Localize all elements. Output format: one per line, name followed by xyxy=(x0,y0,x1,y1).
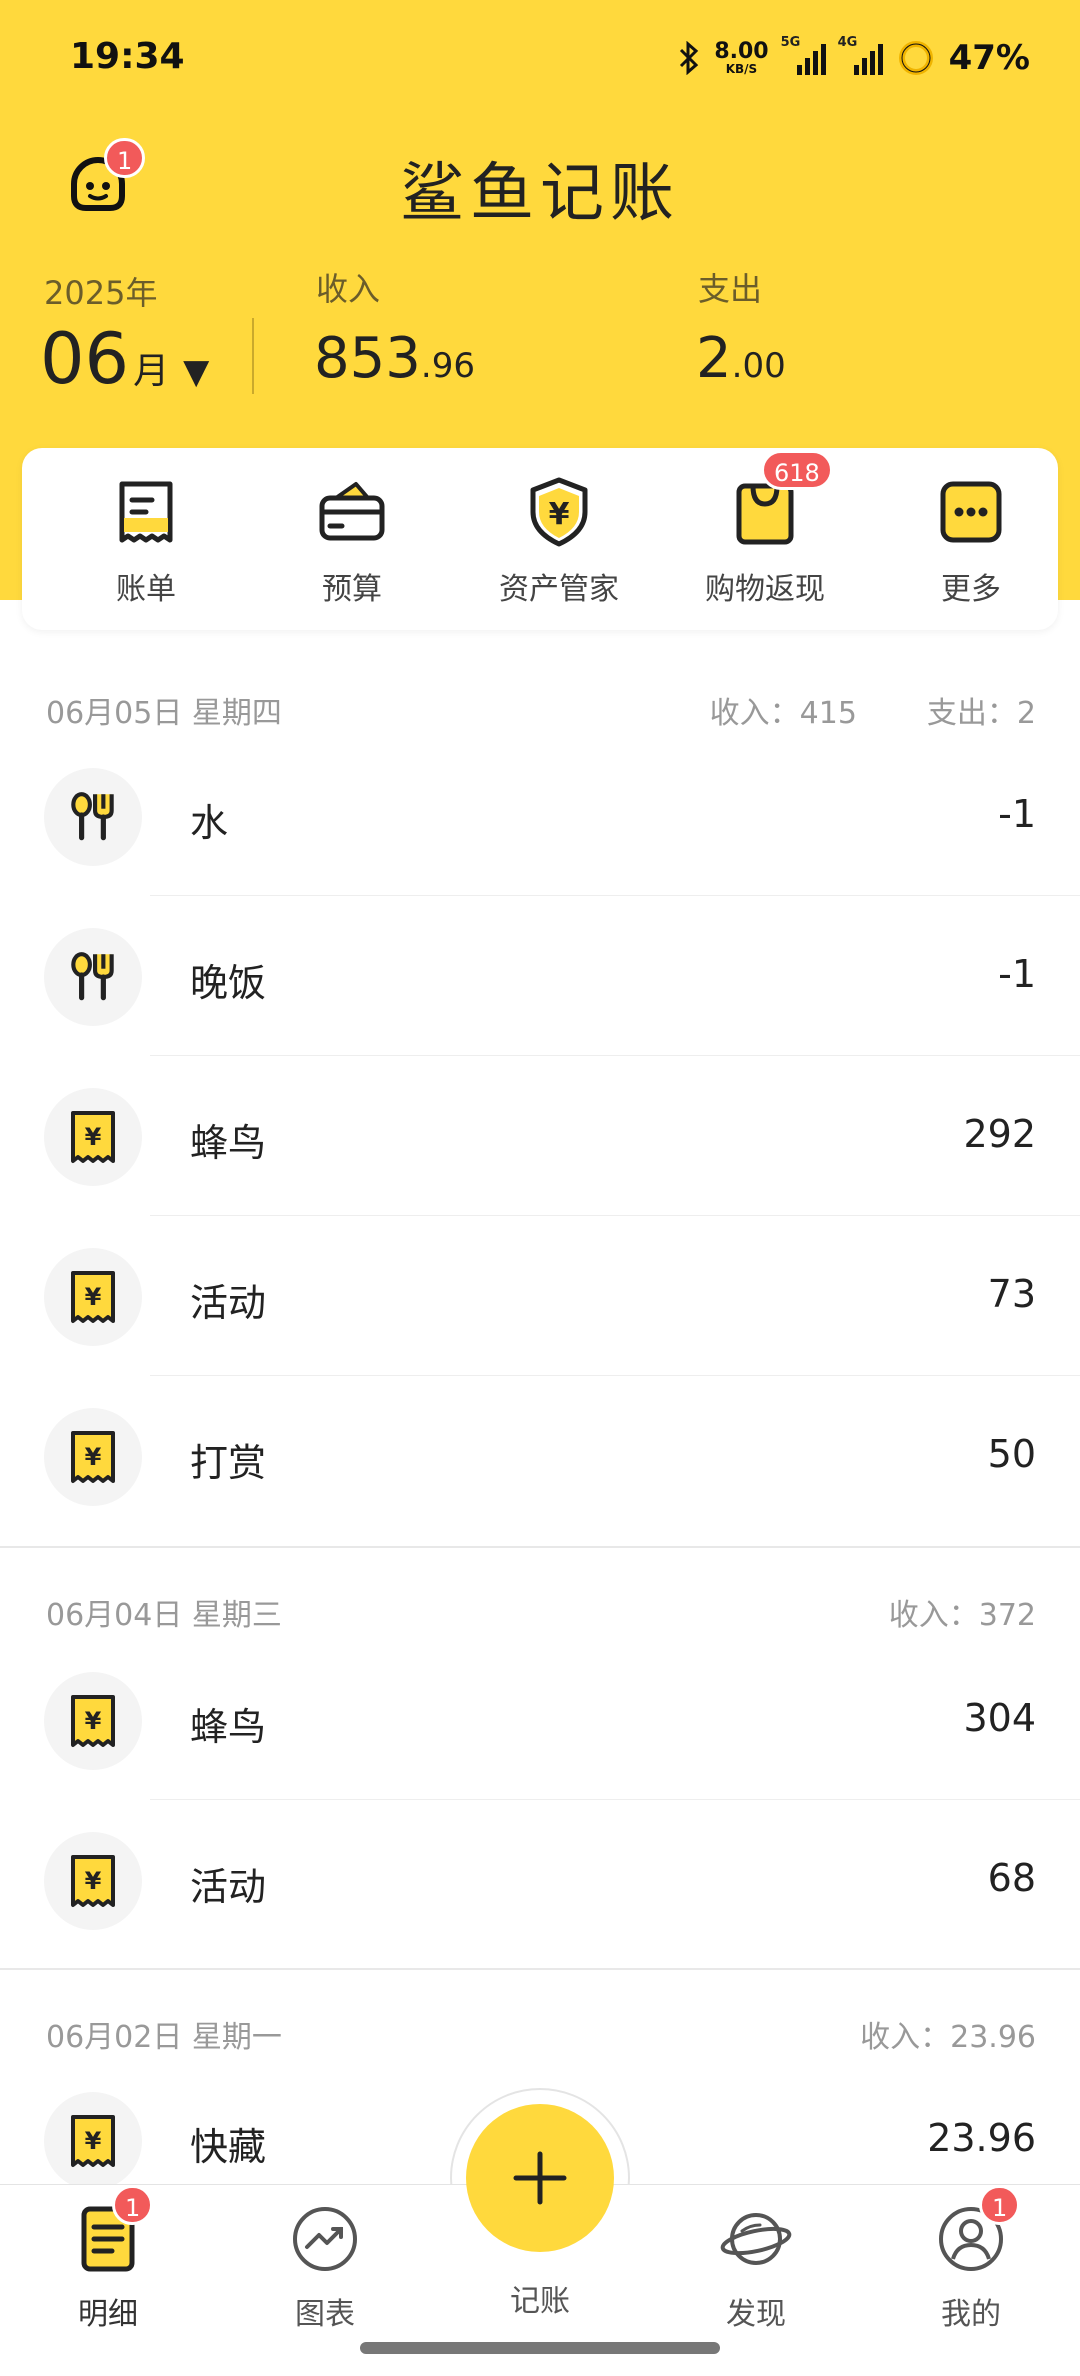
transaction-amount: 73 xyxy=(987,1272,1036,1316)
status-time: 19:34 xyxy=(70,36,185,77)
plus-icon xyxy=(513,2151,567,2205)
nav-mine[interactable]: 1 我的 xyxy=(891,2185,1051,2333)
nav-record-label: 记账 xyxy=(510,2284,570,2319)
transaction-name: 打赏 xyxy=(190,1441,267,1485)
status-bar: 19:34 8.00 KB/S 5G 4G 47% xyxy=(0,0,1080,120)
quick-budget-button[interactable]: 预算 xyxy=(257,476,447,616)
transaction-amount: 23.96 xyxy=(927,2116,1036,2160)
nav-mine-badge: 1 xyxy=(979,2185,1021,2225)
add-record-button[interactable] xyxy=(466,2104,614,2252)
expense-label: 支出 xyxy=(698,270,763,308)
battery-percent: 47% xyxy=(948,38,1030,78)
nav-discover[interactable]: 发现 xyxy=(676,2193,836,2333)
day-date: 06月05日 星期四 xyxy=(46,696,282,731)
divider xyxy=(252,318,254,394)
transaction-row[interactable]: 活动 68 xyxy=(0,1800,1080,1960)
transaction-name: 活动 xyxy=(190,1865,267,1909)
nav-detail-badge: 1 xyxy=(112,2185,154,2225)
day-income: 收入：415 xyxy=(709,696,857,731)
transaction-amount: 50 xyxy=(987,1432,1036,1476)
transaction-amount: 292 xyxy=(963,1112,1036,1156)
year-label: 2025年 xyxy=(44,274,158,312)
transaction-name: 晚饭 xyxy=(190,961,267,1005)
chart-trend-icon xyxy=(293,2207,357,2271)
day-summary: 收入：372 xyxy=(889,1590,1036,1634)
planet-discover-icon xyxy=(720,2213,792,2265)
receipt-yen-icon xyxy=(65,1109,121,1165)
day-summary: 收入：23.96 xyxy=(860,2012,1036,2056)
day-date: 06月02日 星期一 xyxy=(46,2020,282,2055)
transaction-row[interactable]: 打赏 50 xyxy=(0,1376,1080,1536)
receipt-yen-icon xyxy=(65,1269,121,1325)
income-label: 收入 xyxy=(316,270,381,308)
section-divider xyxy=(0,1546,1080,1548)
signal-5g-icon: 5G xyxy=(781,35,826,75)
day-income: 收入：372 xyxy=(888,1598,1036,1633)
section-divider xyxy=(0,1968,1080,1970)
nav-chart[interactable]: 图表 xyxy=(245,2193,405,2333)
dining-utensils-icon xyxy=(64,948,122,1006)
day-income: 收入：23.96 xyxy=(860,2020,1036,2055)
bluetooth-icon xyxy=(680,41,699,75)
battery-ring-icon xyxy=(898,41,933,75)
day-summary: 收入：415 支出：2 xyxy=(710,688,1036,732)
transaction-row[interactable]: 水 -1 xyxy=(0,736,1080,896)
shopping-badge: 618 xyxy=(761,450,833,490)
transaction-row[interactable]: 晚饭 -1 xyxy=(0,896,1080,1056)
transaction-name: 水 xyxy=(190,801,229,845)
dining-utensils-icon xyxy=(64,788,122,846)
network-speed: 8.00 KB/S xyxy=(714,39,769,76)
month-value: 06 xyxy=(40,318,130,400)
budget-wallet-icon xyxy=(319,482,385,541)
month-unit: 月 xyxy=(133,351,170,392)
day-date: 06月04日 星期三 xyxy=(46,1598,282,1633)
quick-bill-button[interactable]: 账单 xyxy=(51,476,241,616)
transaction-name: 蜂鸟 xyxy=(190,1121,267,1165)
transaction-row[interactable]: 蜂鸟 304 xyxy=(0,1640,1080,1800)
month-selector[interactable]: 06 月 ▼ xyxy=(40,318,209,400)
signal-4g-icon: 4G xyxy=(838,35,883,75)
asset-shield-icon: ¥ xyxy=(530,477,588,547)
bill-icon xyxy=(119,481,173,543)
quick-shopping-button[interactable]: 618 购物返现 xyxy=(670,450,860,616)
transaction-amount: 304 xyxy=(963,1696,1036,1740)
app-title: 鲨鱼记账 xyxy=(400,157,680,231)
status-icons: 8.00 KB/S 5G 4G 47% xyxy=(678,34,1030,82)
caret-down-icon: ▼ xyxy=(183,352,210,392)
quick-menu-card: 账单 预算 ¥ 资产管家 618 购物返现 更多 xyxy=(22,448,1058,630)
nav-detail[interactable]: 1 明细 xyxy=(28,2185,188,2333)
transaction-amount: -1 xyxy=(998,792,1036,836)
transaction-amount: 68 xyxy=(987,1856,1036,1900)
receipt-yen-icon xyxy=(65,1853,121,1909)
quick-asset-button[interactable]: ¥ 资产管家 xyxy=(464,476,654,616)
receipt-yen-icon xyxy=(65,2113,121,2169)
transaction-name: 活动 xyxy=(190,1281,267,1325)
transaction-row[interactable]: 活动 73 xyxy=(0,1216,1080,1376)
more-dots-icon xyxy=(940,481,1002,543)
day-expense: 支出：2 xyxy=(926,696,1036,731)
transaction-amount: -1 xyxy=(998,952,1036,996)
transaction-name: 快藏 xyxy=(190,2125,267,2169)
receipt-yen-icon xyxy=(65,1693,121,1749)
home-indicator[interactable] xyxy=(360,2342,720,2354)
day-header: 06月04日 星期三 收入：372 xyxy=(0,1554,1080,1654)
transaction-row[interactable]: 蜂鸟 292 xyxy=(0,1056,1080,1216)
income-total: 853.96 xyxy=(314,326,475,391)
svg-text:¥: ¥ xyxy=(549,497,570,532)
receipt-yen-icon xyxy=(65,1429,121,1485)
expense-total: 2.00 xyxy=(696,326,786,391)
transaction-name: 蜂鸟 xyxy=(190,1705,267,1749)
quick-more-button[interactable]: 更多 xyxy=(876,476,1066,616)
